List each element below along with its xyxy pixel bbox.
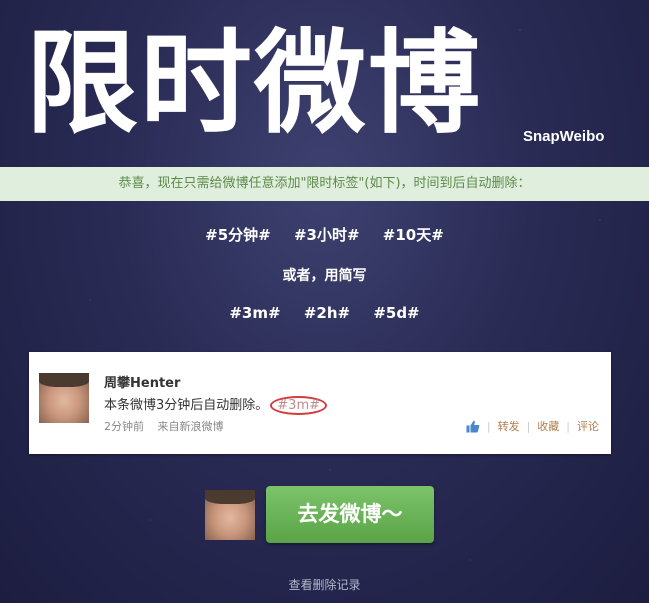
user-avatar[interactable] [205,490,255,540]
notice-text: 恭喜，现在只需给微博任意添加"限时标签"(如下)，时间到后自动删除： [118,176,531,191]
post-meta: 2分钟前 来自新浪微博 [104,418,234,434]
full-tags-row: #5分钟# #3小时# #10天# [0,224,649,245]
tag-5-minutes: #5分钟# [205,226,271,244]
tag-10-days: #10天# [382,226,444,244]
post-username[interactable]: 周攀Henter [104,372,180,391]
post-content: 本条微博3分钟后自动删除。 #3m# [104,394,328,415]
abbr-tags-row: #3m# #2h# #5d# [0,304,649,322]
post-time[interactable]: 2分钟前 [104,420,144,433]
repost-link[interactable]: 转发 [498,418,520,434]
post-source[interactable]: 来自新浪微博 [158,420,224,433]
separator: | [526,419,531,433]
separator: | [486,419,491,433]
favorite-link[interactable]: 收藏 [537,418,559,434]
separator: | [566,419,570,433]
view-deleted-history-link[interactable]: 查看删除记录 [0,576,649,593]
example-post-card: 周攀Henter 本条微博3分钟后自动删除。 #3m# 2分钟前 来自新浪微博 |… [29,352,611,454]
avatar-hair [39,373,89,387]
tag-3m: #3m# [229,304,281,322]
tag-3-hours: #3小时# [293,226,360,244]
post-text: 本条微博3分钟后自动删除。 [104,398,269,413]
post-tag-highlight[interactable]: #3m# [270,396,328,415]
notice-bar: 恭喜，现在只需给微博任意添加"限时标签"(如下)，时间到后自动删除： [0,167,649,201]
tag-2h: #2h# [303,304,351,322]
go-post-weibo-button[interactable]: 去发微博～ [266,486,434,543]
or-text: 或者，用简写 [282,268,367,284]
avatar[interactable] [39,373,89,423]
thumbs-up-icon[interactable] [466,420,480,433]
comment-link[interactable]: 评论 [577,418,599,434]
brand-name: SnapWeibo [523,128,605,145]
post-actions: | 转发 | 收藏 | 评论 [466,418,599,434]
tag-5d: #5d# [373,304,420,322]
avatar-hair [205,490,255,504]
page-title: 限时微博 [26,19,482,149]
